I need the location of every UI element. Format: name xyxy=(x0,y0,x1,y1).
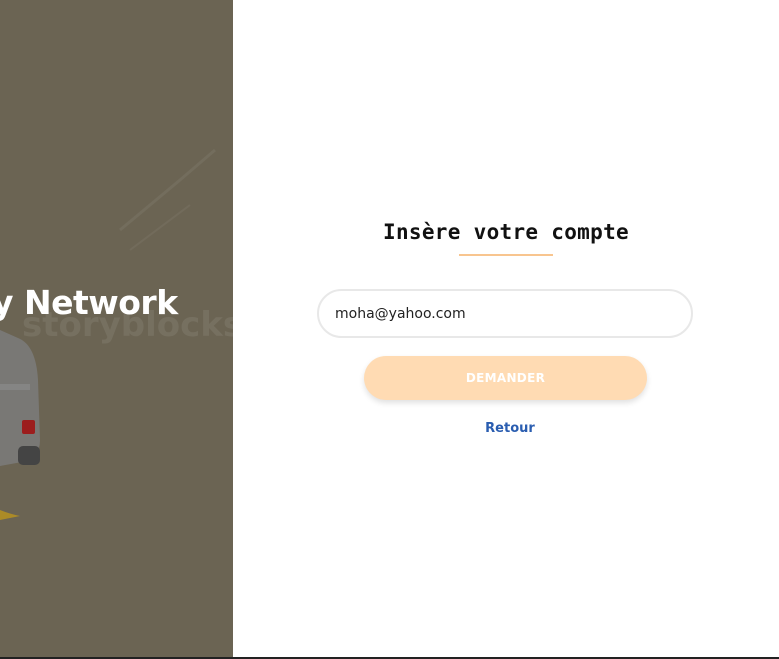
title-underline xyxy=(459,254,553,256)
hero-panel: storyblocks y Network xyxy=(0,0,233,657)
request-button[interactable]: DEMANDER xyxy=(364,356,647,400)
form-title: Insère votre compte xyxy=(383,220,629,244)
back-link[interactable]: Retour xyxy=(460,421,560,436)
email-input[interactable] xyxy=(317,289,693,338)
password-reset-page: storyblocks y Network Insère votre compt… xyxy=(0,0,779,659)
hero-title: y Network xyxy=(0,283,178,322)
